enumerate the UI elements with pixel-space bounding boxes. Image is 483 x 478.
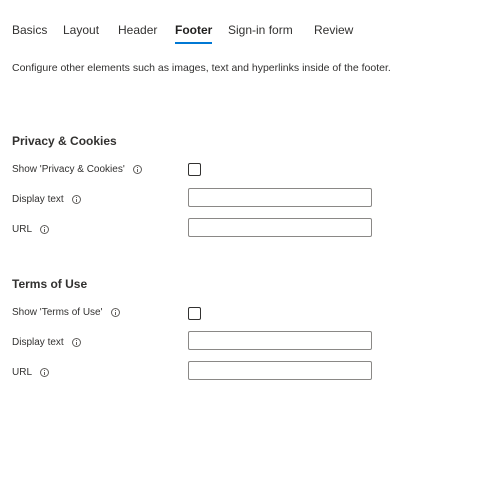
terms-url-input[interactable] bbox=[188, 361, 372, 380]
tab-review[interactable]: Review bbox=[314, 22, 353, 38]
info-icon[interactable] bbox=[132, 164, 142, 174]
tab-header[interactable]: Header bbox=[118, 22, 157, 38]
privacy-display-text-label: Display text bbox=[12, 193, 64, 205]
privacy-url-row: URL bbox=[12, 223, 50, 235]
terms-url-label: URL bbox=[12, 366, 33, 378]
tab-basics[interactable]: Basics bbox=[12, 22, 47, 38]
privacy-show-checkbox[interactable] bbox=[188, 163, 201, 176]
terms-show-row: Show 'Terms of Use' bbox=[12, 306, 120, 318]
info-icon[interactable] bbox=[71, 194, 81, 204]
privacy-display-text-row: Display text bbox=[12, 193, 81, 205]
tab-layout[interactable]: Layout bbox=[63, 22, 99, 38]
terms-show-checkbox[interactable] bbox=[188, 307, 201, 320]
privacy-url-label: URL bbox=[12, 223, 33, 235]
terms-show-label: Show 'Terms of Use' bbox=[12, 306, 103, 318]
tab-footer[interactable]: Footer bbox=[175, 22, 213, 44]
privacy-url-input[interactable] bbox=[188, 218, 372, 237]
terms-display-text-label: Display text bbox=[12, 336, 64, 348]
info-icon[interactable] bbox=[40, 367, 50, 377]
info-icon[interactable] bbox=[110, 307, 120, 317]
page-description: Configure other elements such as images,… bbox=[12, 62, 391, 74]
privacy-show-label: Show 'Privacy & Cookies' bbox=[12, 163, 125, 175]
privacy-section-title: Privacy & Cookies bbox=[12, 134, 117, 148]
terms-url-row: URL bbox=[12, 366, 50, 378]
info-icon[interactable] bbox=[40, 224, 50, 234]
privacy-show-row: Show 'Privacy & Cookies' bbox=[12, 163, 142, 175]
tab-footer-label: Footer bbox=[175, 23, 213, 37]
terms-section-title: Terms of Use bbox=[12, 277, 88, 291]
privacy-display-text-input[interactable] bbox=[188, 188, 372, 207]
terms-display-text-input[interactable] bbox=[188, 331, 372, 350]
terms-display-text-row: Display text bbox=[12, 336, 81, 348]
info-icon[interactable] bbox=[71, 337, 81, 347]
tab-sign-in-form[interactable]: Sign-in form bbox=[228, 22, 293, 38]
active-tab-indicator bbox=[175, 42, 213, 44]
